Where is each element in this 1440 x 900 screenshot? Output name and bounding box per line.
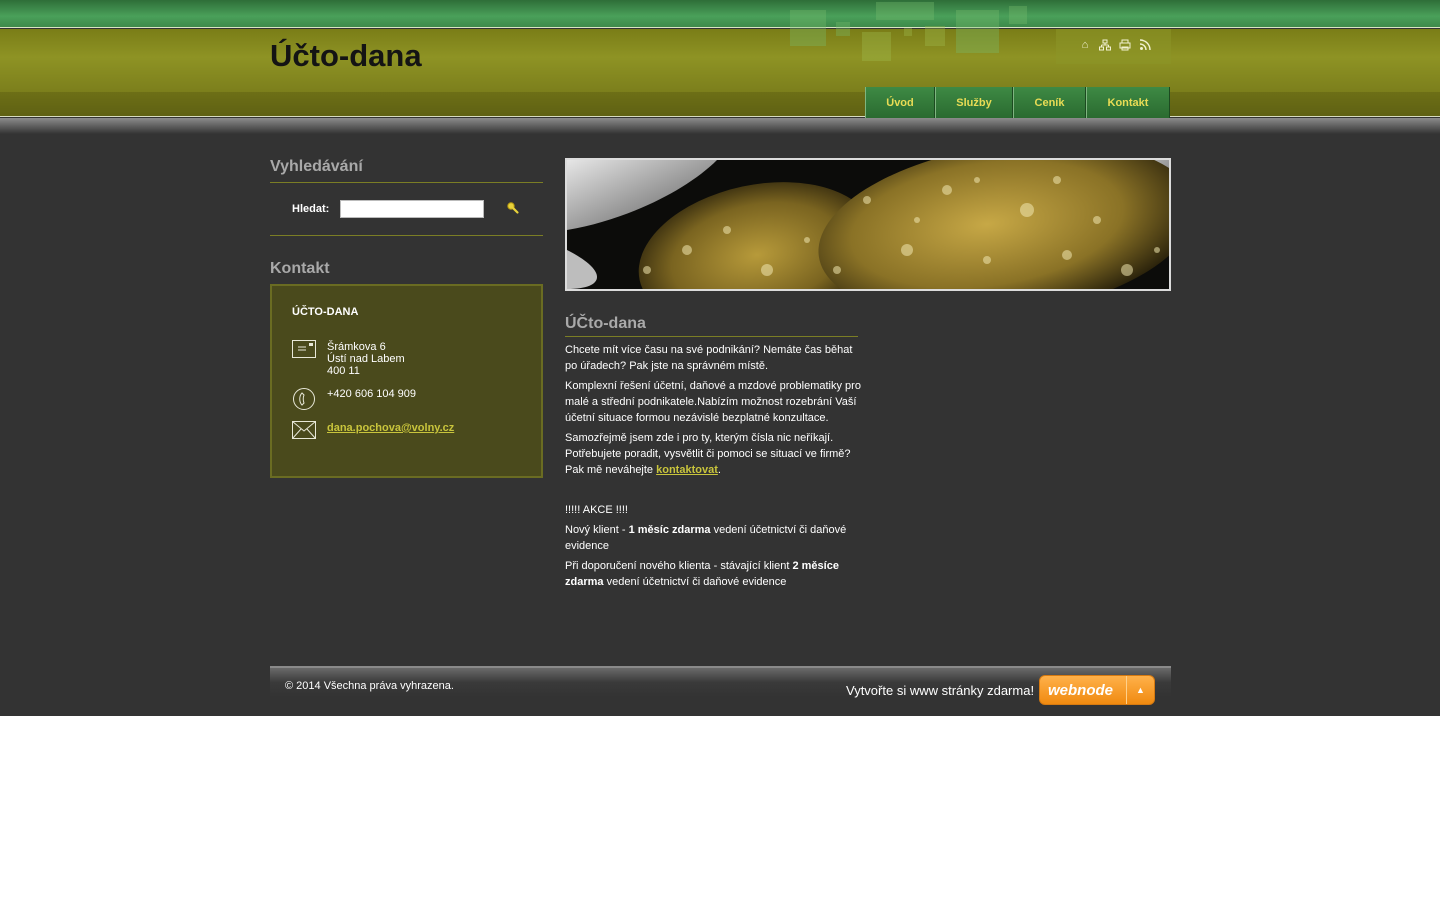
contact-address: Šrámkova 6 Ústí nad Labem 400 11 xyxy=(327,341,405,377)
main-heading: ÚČto-dana xyxy=(565,315,646,332)
nav-item-sluzby[interactable]: Služby xyxy=(935,87,1013,118)
search-heading: Vyhledávání xyxy=(270,158,363,175)
paragraph-services: Komplexní řešení účetní, daňové a mzdové… xyxy=(565,380,861,424)
address-zip: 400 11 xyxy=(327,365,360,377)
nav-item-kontakt[interactable]: Kontakt xyxy=(1086,87,1170,118)
main-content: Chcete mít více času na své podnikání? N… xyxy=(565,342,861,594)
chevron-up-icon[interactable]: ▲ xyxy=(1126,676,1154,704)
main-nav: Úvod Služby Ceník Kontakt xyxy=(865,87,1170,118)
contact-phone: +420 606 104 909 xyxy=(327,388,417,400)
paragraph-intro: Chcete mít více času na své podnikání? N… xyxy=(565,344,853,372)
divider xyxy=(270,235,543,236)
contact-name: ÚČTO-DANA xyxy=(292,306,359,318)
address-city: Ústí nad Labem xyxy=(327,353,405,365)
address-street: Šrámkova 6 xyxy=(327,341,386,353)
contact-email-wrap: dana.pochova@volny.cz xyxy=(327,422,454,434)
webnode-promo-text[interactable]: Vytvořte si www stránky zdarma! xyxy=(846,683,1034,698)
email-icon xyxy=(292,421,316,444)
search-button[interactable] xyxy=(505,200,521,216)
menu-band xyxy=(0,92,1440,117)
promo-heading: !!!!! AKCE !!!! xyxy=(565,504,628,516)
home-icon[interactable]: ⌂ xyxy=(1079,39,1091,51)
webnode-button[interactable]: webnode ▲ xyxy=(1039,675,1155,705)
contact-heading: Kontakt xyxy=(270,260,330,277)
top-stripe xyxy=(0,0,1440,28)
nav-item-uvod[interactable]: Úvod xyxy=(865,87,935,118)
phone-icon xyxy=(292,387,316,416)
paragraph-contact: Samozřejmě jsem zde i pro ty, kterým čís… xyxy=(565,432,851,476)
offer-new-client: Nový klient - 1 měsíc zdarma vedení účet… xyxy=(565,524,847,552)
page: Účto-dana ⌂ Úvod Služby Ceník Kontakt Vy… xyxy=(0,0,1440,716)
sitemap-icon[interactable] xyxy=(1099,39,1111,51)
site-title[interactable]: Účto-dana xyxy=(270,38,422,74)
header-shadow xyxy=(0,118,1440,134)
rss-icon[interactable] xyxy=(1139,39,1151,51)
search-icon xyxy=(507,202,519,214)
tools-box: ⌂ xyxy=(1056,29,1171,64)
copyright-text: © 2014 Všechna práva vyhrazena. xyxy=(285,680,454,692)
search-label: Hledat: xyxy=(292,203,330,215)
address-icon xyxy=(292,340,316,363)
webnode-logo: webnode xyxy=(1048,682,1114,699)
nav-item-cenik[interactable]: Ceník xyxy=(1013,87,1086,118)
header-banner-image xyxy=(565,158,1171,291)
contact-link[interactable]: kontaktovat xyxy=(656,464,718,476)
search-input[interactable] xyxy=(340,200,484,218)
offer-referral: Při doporučení nového klienta - stávajíc… xyxy=(565,560,839,588)
contact-email-link[interactable]: dana.pochova@volny.cz xyxy=(327,422,454,434)
print-icon[interactable] xyxy=(1119,39,1131,51)
divider xyxy=(565,336,858,337)
divider xyxy=(270,182,543,183)
header-band xyxy=(0,29,1440,92)
